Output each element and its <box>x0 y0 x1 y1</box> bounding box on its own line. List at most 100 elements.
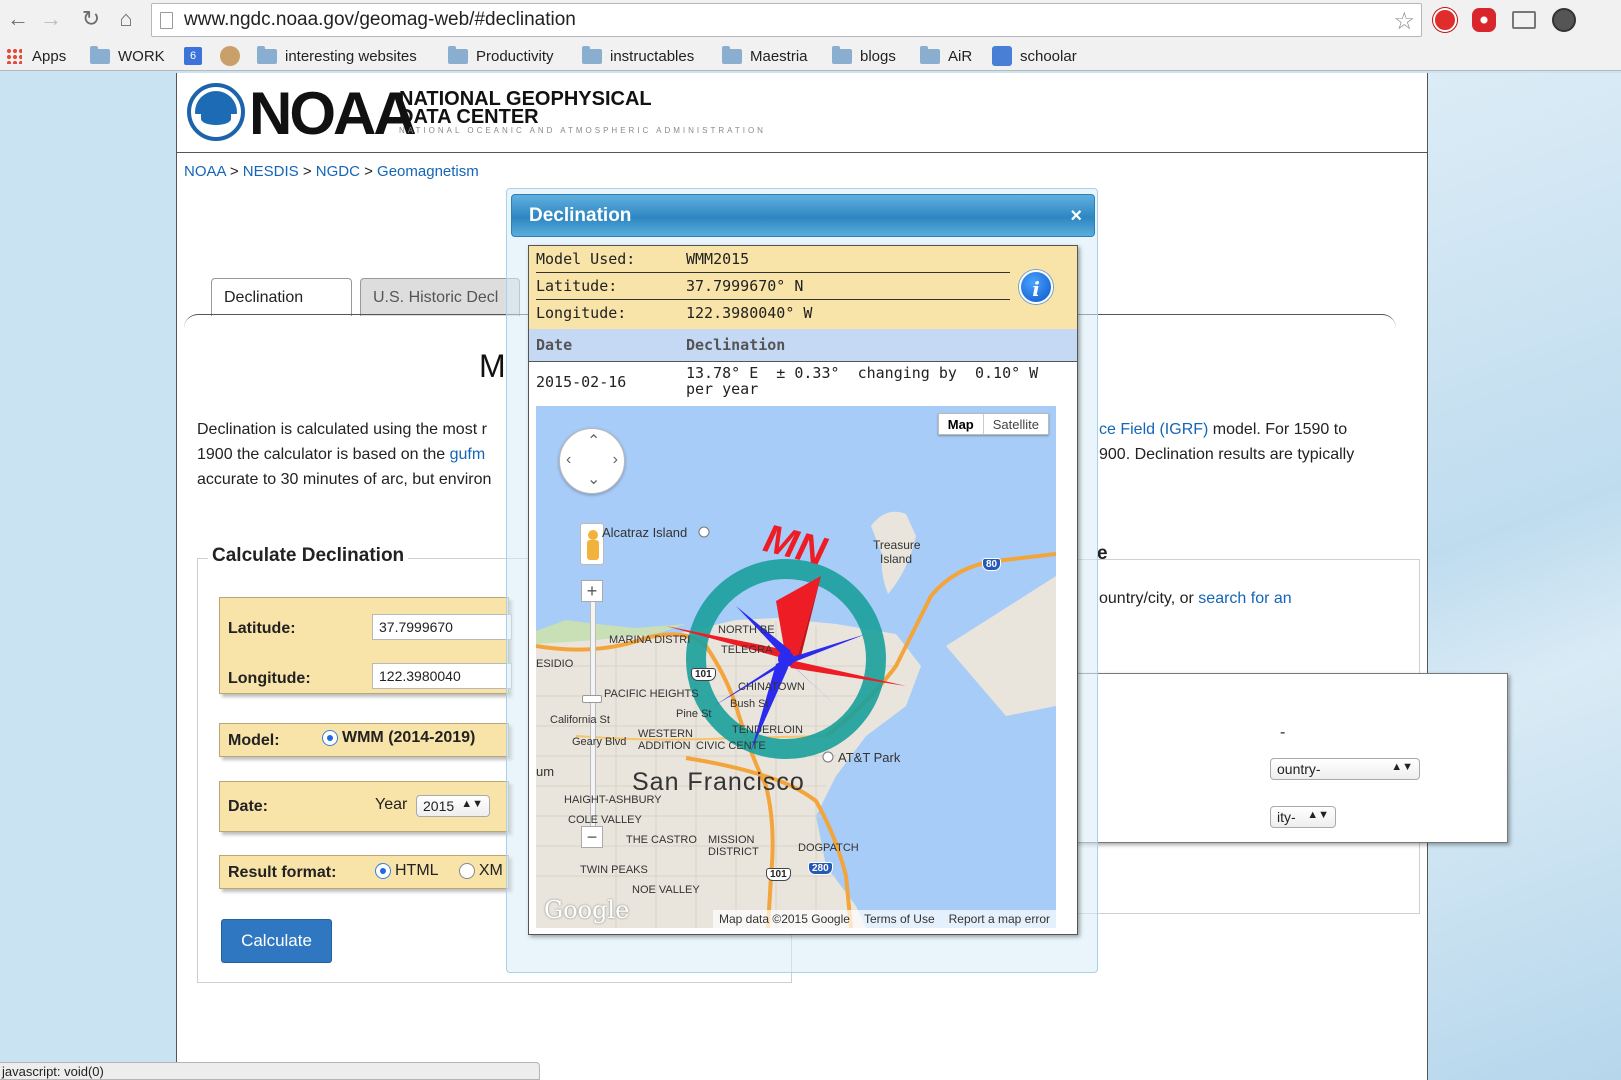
map-label-castro: THE CASTRO <box>626 834 697 846</box>
bookmark-maestria[interactable]: Maestria <box>722 45 808 67</box>
declination-map[interactable]: MN Map Satellite ⌃ ‹ › ⌄ + − Alcatraz Is… <box>536 406 1056 928</box>
pan-up-icon[interactable]: ⌃ <box>587 431 600 451</box>
map-report-error-link[interactable]: Report a map error <box>949 912 1050 926</box>
map-label-treasure1: Treasure <box>873 538 921 552</box>
country-select[interactable]: ountry- ▲▼ <box>1270 758 1420 780</box>
home-icon[interactable]: ⌂ <box>113 6 139 32</box>
pan-left-icon[interactable]: ‹ <box>566 451 571 469</box>
desc-line2: 1900 the calculator is based on the <box>197 446 450 463</box>
att-park-marker-icon[interactable] <box>822 751 834 763</box>
model-used-row: Model Used: WMM2015 <box>536 246 1010 273</box>
model-option[interactable]: WMM (2014-2019) <box>322 729 475 747</box>
format-radio-xml[interactable] <box>458 862 475 879</box>
model-radio-wmm[interactable] <box>322 729 338 746</box>
description-text-right: ce Field (IGRF) model. For 1590 to 900. … <box>1099 417 1354 467</box>
bookmark-star-icon[interactable]: ☆ <box>1393 7 1415 36</box>
format-option-html[interactable]: HTML XM <box>375 862 503 880</box>
extension-icon <box>220 46 240 66</box>
org-name-line3: NATIONAL OCEANIC AND ATMOSPHERIC ADMINIS… <box>399 126 766 135</box>
bookmark-interesting-websites[interactable]: interesting websites <box>257 45 417 67</box>
bookmark-extension[interactable] <box>220 45 240 67</box>
longitude-value: 122.3980040° W <box>686 304 813 322</box>
select-arrows-icon: ▲▼ <box>1391 761 1413 773</box>
pan-right-icon[interactable]: › <box>613 451 618 469</box>
extension-burst-icon[interactable] <box>1472 8 1496 32</box>
latitude-label: Latitude: <box>228 620 296 637</box>
map-footer: Map data ©2015 Google Terms of Use Repor… <box>713 910 1056 928</box>
bookmark-blogs[interactable]: blogs <box>832 45 896 67</box>
address-bar[interactable]: www.ngdc.noaa.gov/geomag-web/#declinatio… <box>151 3 1422 37</box>
year-select-value: 2015 <box>423 798 455 814</box>
bookmark-productivity[interactable]: Productivity <box>448 45 554 67</box>
date-row: Date: Year 2015 ▲▼ <box>219 781 509 832</box>
clock-icon[interactable] <box>1552 8 1576 32</box>
longitude-input[interactable] <box>372 663 512 689</box>
breadcrumb-ngdc[interactable]: NGDC <box>316 163 360 180</box>
reload-icon[interactable]: ↻ <box>78 6 104 32</box>
folder-icon <box>448 45 468 64</box>
back-icon[interactable]: ← <box>5 6 31 32</box>
folder-icon <box>832 45 852 64</box>
tab-declination[interactable]: Declination <box>211 278 352 316</box>
longitude-label: Longitude: <box>228 670 311 687</box>
search-location-link[interactable]: search for an <box>1198 590 1291 607</box>
map-terms-link[interactable]: Terms of Use <box>864 912 935 926</box>
desc-line1: Declination is calculated using the most… <box>197 421 487 438</box>
bookmark-schoolar[interactable]: schoolar <box>992 45 1077 67</box>
zoom-slider-thumb[interactable] <box>582 695 602 703</box>
model-row: Model: WMM (2014-2019) <box>219 723 509 757</box>
alcatraz-marker-icon[interactable] <box>698 526 710 538</box>
info-icon[interactable]: i <box>1019 270 1053 304</box>
adblock-icon[interactable] <box>1433 8 1457 32</box>
igrf-link[interactable]: ce Field (IGRF) <box>1099 421 1208 438</box>
column-declination: Declination <box>686 336 786 354</box>
breadcrumb-geomagnetism[interactable]: Geomagnetism <box>377 163 479 180</box>
desc-line1-end: model. For 1590 to <box>1208 421 1348 438</box>
interstate-280-shield-icon: 280 <box>808 862 833 875</box>
noaa-logo-icon[interactable] <box>187 83 245 141</box>
url-text[interactable]: www.ngdc.noaa.gov/geomag-web/#declinatio… <box>184 9 576 31</box>
breadcrumb-noaa[interactable]: NOAA <box>184 163 226 180</box>
city-select[interactable]: ity- ▲▼ <box>1270 806 1336 828</box>
declination-dialog: Declination × Model Used: WMM2015 Latitu… <box>506 188 1098 973</box>
breadcrumb-nesdis[interactable]: NESDIS <box>243 163 299 180</box>
cast-icon[interactable] <box>1512 11 1536 29</box>
bookmark-instructables[interactable]: instructables <box>582 45 694 67</box>
map-label-tenderloin: TENDERLOIN <box>732 724 803 736</box>
bookmark-calendar[interactable]: 6 <box>184 45 202 67</box>
map-label-um: um <box>536 764 555 779</box>
zoom-in-button[interactable]: + <box>581 580 603 602</box>
year-select[interactable]: 2015 ▲▼ <box>416 795 490 817</box>
breadcrumb-separator: > <box>302 163 312 180</box>
map-label-san-francisco: San Francisco <box>632 768 805 796</box>
tab-us-historic-declination[interactable]: U.S. Historic Decl <box>360 278 520 316</box>
dialog-titlebar[interactable]: Declination × <box>511 194 1095 237</box>
map-type-satellite-button[interactable]: Satellite <box>984 414 1048 434</box>
map-type-map-button[interactable]: Map <box>939 414 984 434</box>
bookmark-apps[interactable]: Apps <box>6 45 66 67</box>
gufm-link[interactable]: gufm <box>450 446 486 463</box>
zoom-out-button[interactable]: − <box>581 826 603 848</box>
compass-center <box>778 651 794 667</box>
latitude-input[interactable] <box>372 614 512 640</box>
city-select-value: ity- <box>1277 809 1296 825</box>
pan-control[interactable]: ⌃ ‹ › ⌄ <box>559 428 625 494</box>
result-declination-line2: per year <box>686 380 759 398</box>
calculate-button[interactable]: Calculate <box>221 919 332 963</box>
page-background <box>1428 73 1621 1080</box>
forward-icon[interactable]: → <box>38 6 64 32</box>
org-name-line2: DATA CENTER <box>399 106 539 128</box>
pan-down-icon[interactable]: ⌄ <box>587 469 600 489</box>
format-radio-html[interactable] <box>375 862 391 879</box>
google-logo: Google <box>544 896 630 924</box>
dialog-title: Declination <box>529 205 632 226</box>
bookmark-air[interactable]: AiR <box>920 45 972 67</box>
map-label-bush: Bush St <box>730 698 769 710</box>
result-format-label: Result format: <box>228 864 337 881</box>
pegman-icon[interactable] <box>580 523 604 565</box>
bookmark-work[interactable]: WORK <box>90 45 165 67</box>
map-label-telegraph: TELEGRA <box>721 644 773 656</box>
map-type-control: Map Satellite <box>937 413 1049 435</box>
close-icon[interactable]: × <box>1070 205 1082 228</box>
map-label-pacific-heights: PACIFIC HEIGHTS <box>604 688 699 700</box>
